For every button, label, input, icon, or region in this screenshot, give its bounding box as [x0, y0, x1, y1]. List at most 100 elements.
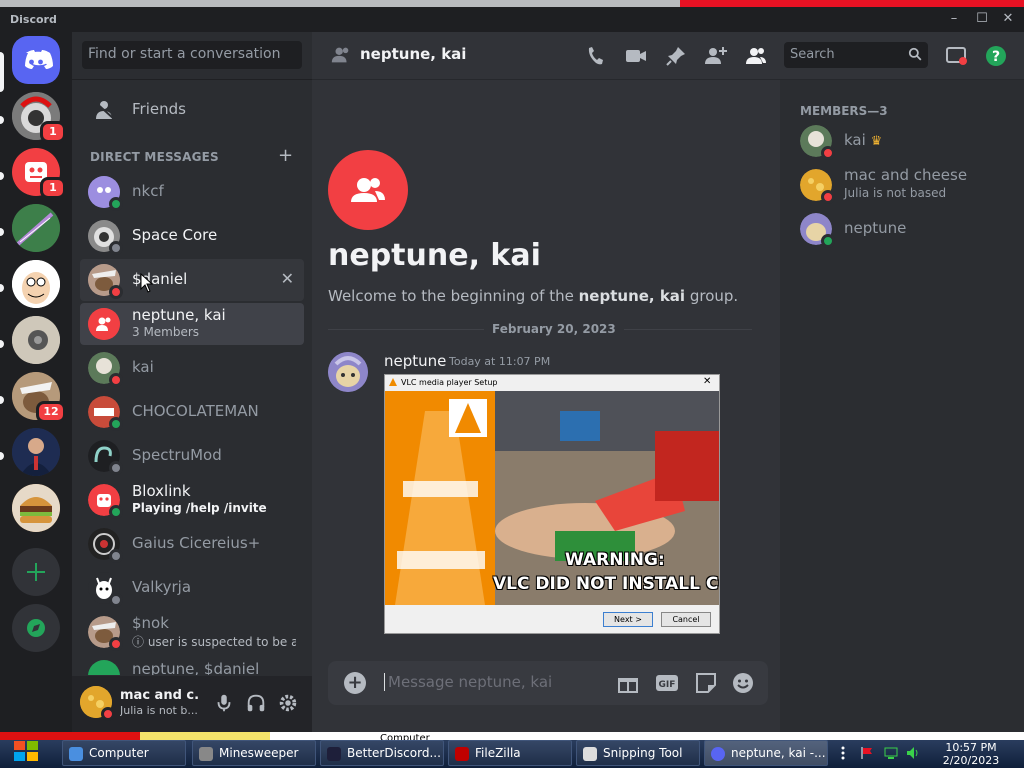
status-online-icon: [821, 234, 835, 248]
dm-item-daniel[interactable]: $daniel ✕: [80, 259, 304, 301]
attachment-close-icon: ✕: [703, 376, 712, 387]
server-icon[interactable]: [12, 260, 60, 308]
sticker-icon[interactable]: [694, 671, 718, 695]
dm-item-spectrumod[interactable]: SpectruMod: [80, 435, 304, 477]
dm-item-nkcf[interactable]: nkcf: [80, 171, 304, 213]
member-name: kai ♛: [844, 131, 882, 149]
close-window-button[interactable]: ✕: [1000, 11, 1016, 27]
friends-label: Friends: [132, 100, 186, 118]
message-composer[interactable]: + Message neptune, kai GIF: [328, 661, 768, 705]
dm-item-valkyrja[interactable]: Valkyrja: [80, 567, 304, 609]
server-icon[interactable]: [12, 204, 60, 252]
dm-sidebar: Find or start a conversation Friends DIR…: [72, 32, 312, 732]
attachment-cancel-button: Cancel: [661, 612, 711, 627]
user-status: Julia is not b...: [120, 704, 198, 717]
message-image-attachment[interactable]: VLC media player Setup ✕ WARNING: VLC DI…: [384, 374, 720, 634]
taskbar-label: neptune, kai -...: [731, 746, 826, 760]
channel-name: neptune, kai: [360, 45, 467, 63]
dm-item-chocolateman[interactable]: CHOCOLATEMAN: [80, 391, 304, 433]
member-kai[interactable]: kai ♛: [788, 120, 1016, 162]
server-icon[interactable]: [12, 428, 60, 476]
group-icon: [88, 308, 120, 340]
add-friends-to-dm-icon[interactable]: [704, 44, 728, 68]
start-voice-call-icon[interactable]: [584, 44, 608, 68]
volume-icon[interactable]: [906, 746, 920, 760]
unread-pill: [0, 340, 4, 348]
computer-icon: [69, 747, 83, 761]
badge-server-6: 12: [36, 401, 66, 423]
taskbar-item-filezilla[interactable]: FileZilla: [448, 740, 572, 766]
taskbar-item-minesweeper[interactable]: Minesweeper: [192, 740, 316, 766]
member-name: neptune: [844, 219, 907, 237]
gif-icon[interactable]: GIF: [655, 671, 679, 695]
dm-item-nok[interactable]: $nok ⓘ user is suspected to be a p...: [80, 611, 304, 653]
message-input[interactable]: Message neptune, kai: [384, 673, 552, 691]
headphones-icon[interactable]: [245, 692, 267, 714]
dm-name: neptune, $daniel: [132, 660, 260, 675]
dm-item-space-core[interactable]: Space Core: [80, 215, 304, 257]
dm-item-neptune-daniel[interactable]: neptune, $daniel: [80, 655, 304, 675]
tray-more-icon[interactable]: [836, 746, 850, 760]
header-search-input[interactable]: Search: [784, 42, 928, 68]
message-avatar[interactable]: [328, 352, 368, 392]
add-server-button[interactable]: [12, 548, 60, 596]
status-online-icon: [109, 417, 123, 431]
server-icon[interactable]: [12, 484, 60, 532]
settings-gear-icon[interactable]: [277, 692, 299, 714]
close-dm-icon[interactable]: ✕: [281, 269, 294, 288]
burger-server-icon: [12, 484, 60, 532]
microphone-icon[interactable]: [213, 692, 235, 714]
taskbar-clock[interactable]: 10:57 PM 2/20/2023: [930, 741, 1012, 767]
discord-logo-icon: [25, 50, 53, 69]
windows-taskbar: Computer Computer Minesweeper BetterDisc…: [0, 732, 1024, 768]
start-video-call-icon[interactable]: [624, 44, 648, 68]
member-list-icon[interactable]: [744, 44, 768, 68]
member-neptune[interactable]: neptune: [788, 208, 1016, 250]
server-icon[interactable]: [12, 316, 60, 364]
dm-item-kai[interactable]: kai: [80, 347, 304, 389]
members-header: MEMBERS—3: [800, 104, 888, 118]
search-icon: [908, 47, 922, 61]
maximize-button[interactable]: ☐: [974, 11, 990, 27]
message-author[interactable]: neptune: [384, 352, 446, 370]
dm-item-bloxlink[interactable]: Bloxlink Playing /help /invite: [80, 479, 304, 521]
taskbar-item-discord[interactable]: neptune, kai -...: [704, 740, 828, 766]
mine-icon: [199, 747, 213, 761]
upload-plus-icon[interactable]: +: [344, 672, 366, 694]
create-dm-button[interactable]: +: [278, 145, 293, 166]
friends-icon: [93, 100, 115, 120]
user-panel: mac and c... Julia is not b...: [72, 676, 312, 732]
taskbar-item-betterdiscord[interactable]: BetterDiscord...: [320, 740, 444, 766]
dm-item-gaius[interactable]: Gaius Cicereius+: [80, 523, 304, 565]
status-dnd-icon: [821, 190, 835, 204]
home-button[interactable]: [12, 36, 60, 84]
explore-servers-button[interactable]: [12, 604, 60, 652]
user-name: mac and c...: [120, 688, 200, 703]
dm-sub: Playing /help /invite: [132, 501, 267, 515]
clock-date: 2/20/2023: [942, 754, 1000, 767]
scissors-icon: [583, 747, 597, 761]
badge-server-1: 1: [40, 121, 66, 143]
windows-start-icon[interactable]: [10, 735, 42, 767]
portrait-server-icon: [12, 428, 60, 476]
inbox-icon[interactable]: [944, 44, 968, 68]
action-center-flag-icon[interactable]: [860, 746, 874, 760]
member-list: MEMBERS—3 kai ♛ mac and cheese Julia is …: [780, 80, 1024, 732]
dm-item-neptune-kai[interactable]: neptune, kai 3 Members: [80, 303, 304, 345]
taskbar-label: Minesweeper: [219, 746, 299, 760]
network-icon[interactable]: [884, 746, 898, 760]
pinned-messages-icon[interactable]: [664, 44, 688, 68]
emoji-icon[interactable]: [731, 671, 755, 695]
minimize-button[interactable]: –: [946, 11, 962, 27]
friends-nav-item[interactable]: Friends: [80, 88, 304, 130]
unread-pill: [0, 116, 4, 124]
taskbar-item-computer[interactable]: Computer: [62, 740, 186, 766]
gift-icon[interactable]: [616, 671, 640, 695]
help-icon[interactable]: ?: [984, 44, 1008, 68]
member-mac-and-cheese[interactable]: mac and cheese Julia is not based: [788, 164, 1016, 206]
dm-search-input[interactable]: Find or start a conversation: [82, 41, 302, 69]
background-strip-yellow: [140, 732, 270, 740]
taskbar-item-snipping-tool[interactable]: Snipping Tool: [576, 740, 700, 766]
dm-name: SpectruMod: [132, 446, 222, 464]
dm-sub: ⓘ user is suspected to be a p...: [132, 635, 296, 649]
